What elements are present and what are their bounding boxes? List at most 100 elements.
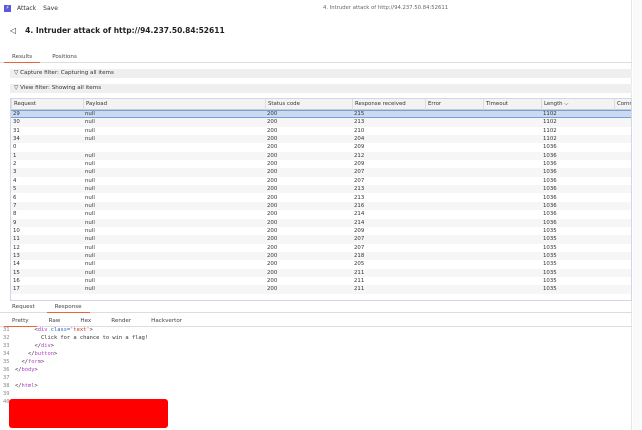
table-cell: 200 — [267, 169, 278, 176]
table-cell: 1036 — [543, 152, 557, 159]
table-cell: 1102 — [543, 111, 557, 117]
table-cell: null — [85, 169, 95, 176]
line-number: 32 — [3, 335, 10, 341]
table-row[interactable]: 9 null 200 214 1036 — [11, 218, 631, 227]
tab-positions[interactable]: Positions — [44, 52, 85, 63]
table-cell: 0 — [13, 144, 17, 151]
table-cell: 10 — [13, 227, 20, 234]
table-row[interactable]: 3 null 200 207 1036 — [11, 168, 631, 177]
menu-save[interactable]: Save — [43, 5, 58, 12]
capture-filter-text: Capture filter: Capturing all items — [20, 70, 114, 76]
table-row[interactable]: 17 null 200 211 1035 — [11, 285, 631, 294]
table-cell: 209 — [354, 161, 365, 168]
table-cell: null — [85, 177, 95, 184]
table-row[interactable]: 34 null 200 204 1102 — [11, 135, 631, 144]
line-number: 39 — [3, 391, 10, 397]
table-row[interactable]: 16 null 200 211 1035 — [11, 277, 631, 285]
table-cell: 1035 — [543, 278, 557, 284]
table-cell: null — [85, 244, 95, 251]
table-cell: 1102 — [543, 127, 557, 134]
table-row[interactable]: 8 null 200 214 1036 — [11, 210, 631, 218]
code-line: Click for a chance to win a flag! — [15, 335, 149, 341]
view-filter[interactable]: ▽ View filter: Showing all items — [10, 84, 632, 93]
request-response-tabs: Request Response — [0, 302, 632, 313]
table-cell: 1035 — [543, 227, 557, 234]
table-cell: null — [85, 194, 95, 201]
tab-response[interactable]: Response — [46, 302, 90, 313]
code-line: </body> — [15, 367, 38, 373]
table-cell: 4 — [13, 177, 17, 184]
tab-hackvertor[interactable]: Hackvertor — [143, 316, 190, 327]
table-cell: 214 — [354, 211, 365, 218]
table-cell: 200 — [267, 144, 278, 151]
table-cell: 1 — [13, 152, 17, 159]
table-row[interactable]: 2 null 200 209 1036 — [11, 160, 631, 168]
table-row[interactable]: 15 null 200 211 1035 — [11, 268, 631, 277]
table-row[interactable]: 5 null 200 213 1036 — [11, 185, 631, 194]
tab-request[interactable]: Request — [4, 302, 43, 313]
table-cell: 12 — [13, 244, 20, 251]
table-cell: 13 — [13, 252, 20, 259]
capture-filter[interactable]: ▽ Capture filter: Capturing all items — [10, 69, 632, 78]
tab-raw[interactable]: Raw — [41, 316, 69, 327]
table-cell: 16 — [13, 278, 20, 284]
table-cell: 1035 — [543, 286, 557, 293]
table-cell: 200 — [267, 278, 278, 284]
table-row[interactable]: 0 200 209 1036 — [11, 143, 631, 151]
table-cell: null — [85, 119, 95, 126]
column-header[interactable]: Payload — [83, 99, 183, 110]
table-row[interactable]: 1 null 200 212 1036 — [11, 151, 631, 161]
table-cell: 1036 — [543, 202, 557, 209]
table-cell: 200 — [267, 127, 278, 134]
table-cell: 209 — [354, 144, 365, 151]
table-cell: 31 — [13, 127, 20, 134]
table-cell: 200 — [267, 219, 278, 226]
table-cell: 211 — [354, 269, 365, 276]
table-cell: 1036 — [543, 186, 557, 193]
table-cell: 1035 — [543, 252, 557, 259]
menu-attack[interactable]: Attack — [17, 5, 36, 12]
table-row[interactable]: 30 null 200 213 1102 — [11, 118, 631, 127]
table-cell: 211 — [354, 278, 365, 284]
intruder-attack-window: ⚡ Attack Save 4. Intruder attack of http… — [0, 0, 632, 430]
table-row[interactable]: 10 null 200 209 1035 — [11, 227, 631, 235]
column-header[interactable]: Comm — [614, 99, 631, 110]
table-cell: 200 — [267, 186, 278, 193]
table-row[interactable]: 12 null 200 207 1035 — [11, 244, 631, 252]
table-cell: 17 — [13, 286, 20, 293]
table-cell: 34 — [13, 136, 20, 143]
tab-hex[interactable]: Hex — [72, 316, 99, 327]
table-row[interactable]: 4 null 200 207 1036 — [11, 177, 631, 185]
table-cell: 218 — [354, 252, 365, 259]
table-cell: 211 — [354, 286, 365, 293]
table-cell: null — [85, 161, 95, 168]
burp-logo-icon: ⚡ — [4, 4, 11, 12]
table-cell: 30 — [13, 119, 20, 126]
code-line: </button> — [15, 351, 58, 357]
table-cell: 1035 — [543, 244, 557, 251]
table-row[interactable]: 29 null 200 215 1102 — [11, 110, 631, 119]
table-row[interactable]: 13 null 200 218 1035 — [11, 251, 631, 261]
table-header: Request Payload Status code Response receiv… — [11, 99, 631, 110]
tab-pretty[interactable]: Pretty — [4, 316, 37, 327]
table-row[interactable]: 31 null 200 210 1102 — [11, 127, 631, 135]
results-table: Request Payload Status code Response receiv… — [10, 98, 632, 301]
table-row[interactable]: 11 null 200 207 1035 — [11, 235, 631, 244]
top-bar: ⚡ Attack Save 4. Intruder attack of http… — [0, 0, 632, 16]
line-number: 34 — [3, 351, 10, 357]
table-row[interactable]: 6 null 200 213 1036 — [11, 194, 631, 202]
tab-results[interactable]: Results — [4, 52, 41, 63]
table-cell: 200 — [267, 227, 278, 234]
table-cell: 210 — [354, 127, 365, 134]
table-cell: 200 — [267, 161, 278, 168]
table-cell: 29 — [13, 111, 20, 117]
table-cell: 212 — [354, 152, 365, 159]
table-row[interactable]: 14 null 200 205 1035 — [11, 260, 631, 268]
table-cell: 7 — [13, 202, 17, 209]
page-title: ◁ 4. Intruder attack of http://94.237.50… — [10, 26, 225, 35]
table-cell: 200 — [267, 136, 278, 143]
tab-render[interactable]: Render — [103, 316, 139, 327]
column-header[interactable]: Status code — [265, 99, 365, 110]
table-row[interactable]: 7 null 200 216 1036 — [11, 201, 631, 211]
table-cell: null — [85, 227, 95, 234]
